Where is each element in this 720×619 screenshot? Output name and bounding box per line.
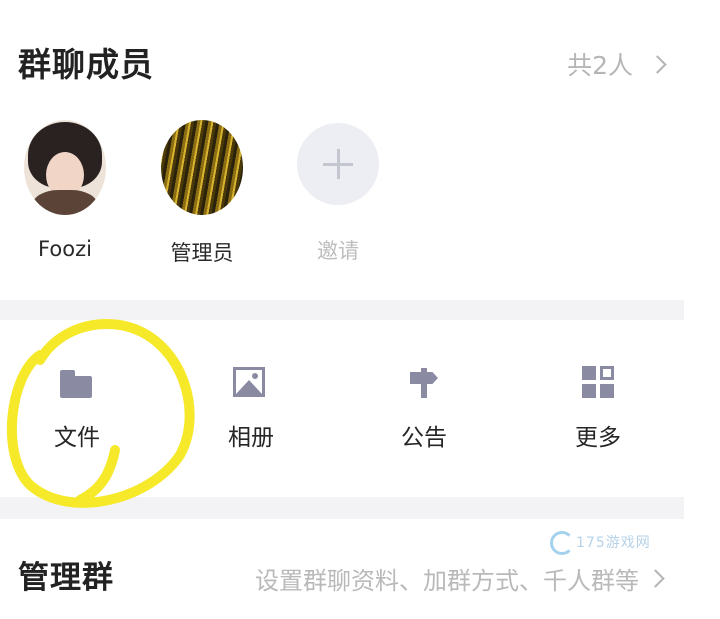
grid-icon: [578, 362, 618, 402]
tool-label: 相册: [228, 425, 274, 451]
watermark-text: 175游戏网: [576, 535, 651, 551]
section-divider: [0, 300, 684, 320]
avatar: [161, 120, 243, 215]
signpost-icon: [404, 362, 444, 402]
manage-group-title: 管理群: [18, 560, 114, 596]
tool-label: 更多: [575, 425, 621, 451]
chevron-right-icon: [648, 54, 667, 74]
tool-album[interactable]: 相册: [196, 362, 306, 452]
member-name: Foozi: [38, 237, 92, 261]
tool-more[interactable]: 更多: [543, 362, 653, 452]
members-section-title: 群聊成员: [18, 45, 154, 84]
member-count-label: 共2人: [567, 51, 633, 80]
watermark-logo: 175游戏网: [550, 529, 651, 555]
manage-group-description: 设置群聊资料、加群方式、千人群等: [255, 567, 639, 595]
plus-icon: [297, 123, 379, 205]
chevron-right-icon: [646, 569, 665, 588]
member-foozi[interactable]: Foozi: [10, 120, 120, 261]
folder-icon: [57, 362, 97, 402]
member-count-link[interactable]: 共2人: [567, 44, 667, 84]
tool-announcement[interactable]: 公告: [369, 362, 479, 452]
invite-member-button[interactable]: 邀请: [283, 120, 393, 265]
tool-label: 公告: [401, 425, 447, 451]
member-admin[interactable]: 管理员: [147, 120, 257, 267]
section-divider: [0, 497, 684, 519]
watermark-icon: [550, 531, 574, 555]
tool-files[interactable]: 文件: [22, 362, 132, 452]
tool-label: 文件: [54, 425, 100, 451]
member-name: 管理员: [170, 241, 234, 265]
image-icon: [231, 362, 271, 402]
avatar: [24, 120, 106, 215]
invite-label: 邀请: [317, 239, 359, 263]
members-header: 群聊成员 共2人: [0, 0, 684, 120]
